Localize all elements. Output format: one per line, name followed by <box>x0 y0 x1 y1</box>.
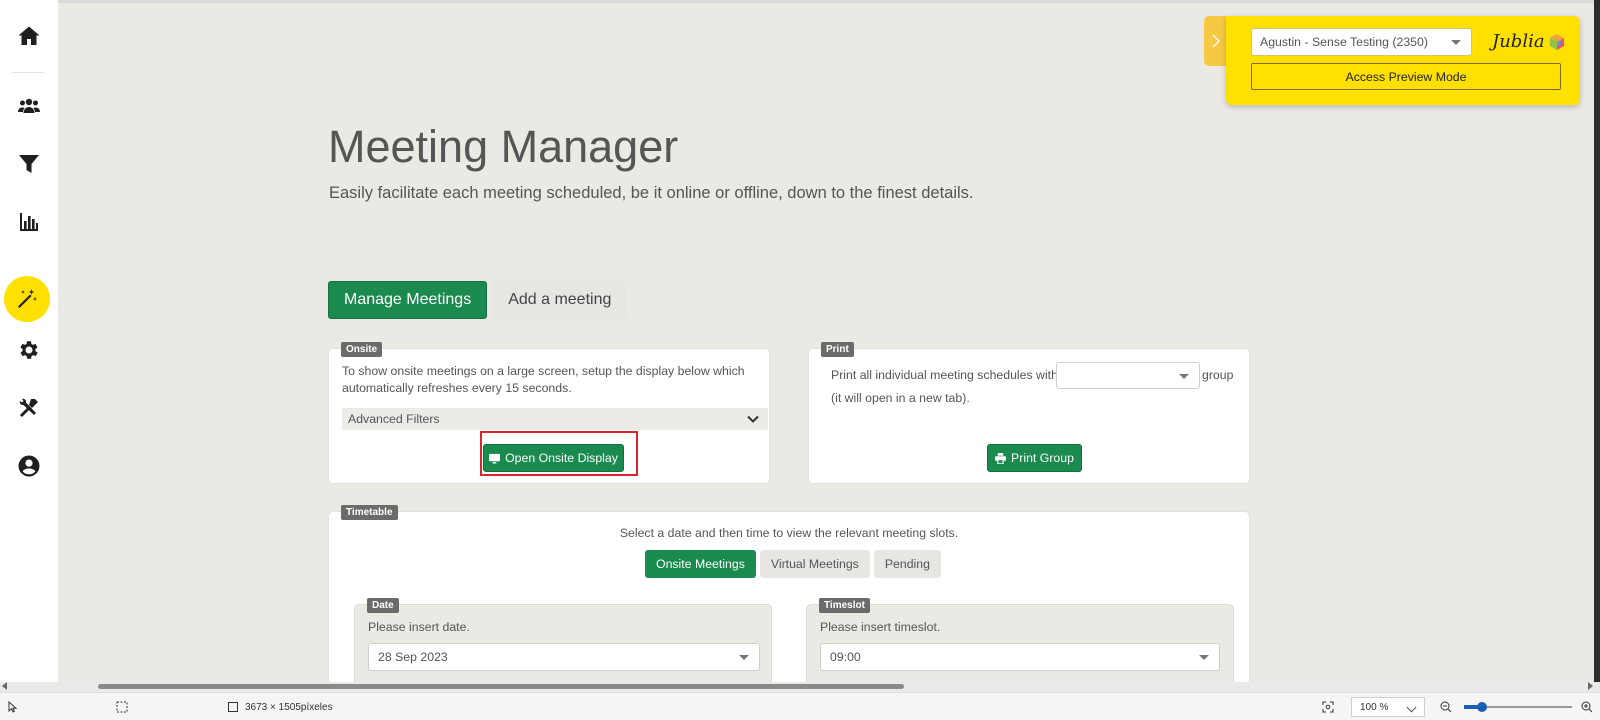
bar-chart-icon <box>20 213 38 231</box>
zoom-in-button[interactable] <box>1581 693 1593 720</box>
caret-down-icon <box>1179 374 1189 379</box>
caret-down-icon <box>1451 40 1461 45</box>
sidebar-item-people[interactable] <box>0 86 58 126</box>
zoom-out-icon <box>1440 701 1452 713</box>
onsite-description: To show onsite meetings on a large scree… <box>342 364 745 395</box>
monitor-icon <box>489 453 501 464</box>
group-select[interactable] <box>1056 362 1200 389</box>
sidebar-item-home[interactable] <box>0 16 58 56</box>
date-select[interactable]: 28 Sep 2023 <box>368 643 760 671</box>
pointer-tool[interactable] <box>7 693 19 720</box>
page-subtitle: Easily facilitate each meeting scheduled… <box>329 184 974 202</box>
timetable-tabs: Onsite Meetings Virtual Meetings Pending <box>645 550 941 578</box>
image-dimensions-label: 3673 × 1505píxeles <box>245 701 333 713</box>
image-dimensions: 3673 × 1505píxeles <box>227 693 333 720</box>
chevron-down-icon <box>747 415 759 423</box>
sidebar-item-meeting-manager[interactable] <box>4 276 50 322</box>
sidebar-item-profile[interactable] <box>0 446 58 486</box>
vertical-scrollbar[interactable] <box>1594 0 1600 684</box>
print-card: Print Print all individual meeting sched… <box>808 342 1250 484</box>
horizontal-scroll-thumb[interactable] <box>98 684 904 689</box>
timeslot-label: Please insert timeslot. <box>820 620 941 634</box>
caret-down-icon <box>1199 655 1209 660</box>
gear-icon <box>20 341 38 359</box>
users-icon <box>18 98 40 113</box>
user-circle-icon <box>18 455 40 477</box>
zoom-out-button[interactable] <box>1440 693 1452 720</box>
magic-wand-icon <box>18 289 37 308</box>
open-onsite-display-button[interactable]: Open Onsite Display <box>483 444 624 472</box>
print-description: Print all individual meeting schedules w… <box>831 368 1068 382</box>
timetable-instruction: Select a date and then time to view the … <box>619 526 959 540</box>
timeslot-value: 09:00 <box>830 650 861 664</box>
timeslot-select[interactable]: 09:00 <box>820 643 1220 671</box>
onsite-badge: Onsite <box>341 342 383 357</box>
access-preview-mode-button[interactable]: Access Preview Mode <box>1251 63 1561 90</box>
date-badge: Date <box>367 598 399 613</box>
tab-manage-meetings[interactable]: Manage Meetings <box>328 281 488 319</box>
preview-panel-collapse-toggle[interactable] <box>1204 16 1228 66</box>
open-onsite-display-label: Open Onsite Display <box>505 451 618 465</box>
print-group-label: Print Group <box>1011 451 1074 465</box>
page-title: Meeting Manager <box>328 121 679 172</box>
account-select-value: Agustin - Sense Testing (2350) <box>1260 35 1428 49</box>
advanced-filters-toggle[interactable]: Advanced Filters <box>342 408 768 430</box>
timeslot-card: Timeslot Please insert timeslot. 09:00 <box>806 598 1234 686</box>
main-tabs: Manage Meetings Add a meeting <box>328 281 627 319</box>
timetable-badge: Timetable <box>341 505 398 520</box>
print-note: (it will open in a new tab). <box>831 391 970 405</box>
chevron-right-icon <box>1212 34 1220 48</box>
printer-icon <box>995 452 1007 464</box>
tab-virtual-meetings[interactable]: Virtual Meetings <box>759 550 870 578</box>
sidebar-item-analytics[interactable] <box>0 202 58 242</box>
fit-to-screen-button[interactable] <box>1322 693 1334 720</box>
left-sidebar <box>0 0 58 684</box>
date-value: 28 Sep 2023 <box>378 650 448 664</box>
tools-icon <box>19 398 38 417</box>
advanced-filters-label: Advanced Filters <box>348 412 440 426</box>
zoom-level-value: 100 % <box>1360 701 1389 713</box>
onsite-card: Onsite To show onsite meetings on a larg… <box>328 342 770 484</box>
zoom-level-select[interactable]: 100 % <box>1351 697 1425 717</box>
brand-name: Jublia <box>1492 31 1545 52</box>
preview-panel: Agustin - Sense Testing (2350) Jublia Ac… <box>1226 16 1580 105</box>
date-label: Please insert date. <box>368 620 470 634</box>
filter-icon <box>19 155 39 173</box>
zoom-slider-fill <box>1464 705 1478 709</box>
selection-icon <box>116 701 128 713</box>
sidebar-divider <box>12 72 44 73</box>
timeslot-badge: Timeslot <box>819 598 870 613</box>
print-group-suffix: group <box>1202 368 1234 382</box>
print-badge: Print <box>821 342 854 357</box>
fit-screen-icon <box>1322 701 1334 713</box>
tab-add-meeting[interactable]: Add a meeting <box>493 281 627 319</box>
cube-logo-icon <box>1549 33 1564 50</box>
brand-logo: Jublia <box>1492 31 1566 52</box>
scroll-left-arrow-icon[interactable] <box>2 682 7 690</box>
selection-tool[interactable] <box>116 693 128 720</box>
home-icon <box>18 26 40 45</box>
scroll-right-arrow-icon[interactable] <box>1588 682 1593 690</box>
zoom-slider-handle[interactable] <box>1477 702 1487 712</box>
chevron-down-icon <box>1406 702 1417 713</box>
date-card: Date Please insert date. 28 Sep 2023 <box>354 598 772 686</box>
sidebar-item-filter[interactable] <box>0 144 58 184</box>
tab-pending[interactable]: Pending <box>873 550 941 578</box>
caret-down-icon <box>739 655 749 660</box>
sidebar-item-settings[interactable] <box>0 330 58 370</box>
tab-onsite-meetings[interactable]: Onsite Meetings <box>645 550 756 578</box>
account-select[interactable]: Agustin - Sense Testing (2350) <box>1251 28 1472 56</box>
sidebar-item-tools[interactable] <box>0 388 58 428</box>
cursor-icon <box>8 701 18 713</box>
frame-icon <box>228 702 238 712</box>
timetable-card: Timetable Select a date and then time to… <box>328 505 1250 687</box>
print-group-button[interactable]: Print Group <box>987 444 1082 472</box>
zoom-in-icon <box>1581 701 1593 713</box>
status-bar: 3673 × 1505píxeles 100 % <box>0 692 1600 720</box>
